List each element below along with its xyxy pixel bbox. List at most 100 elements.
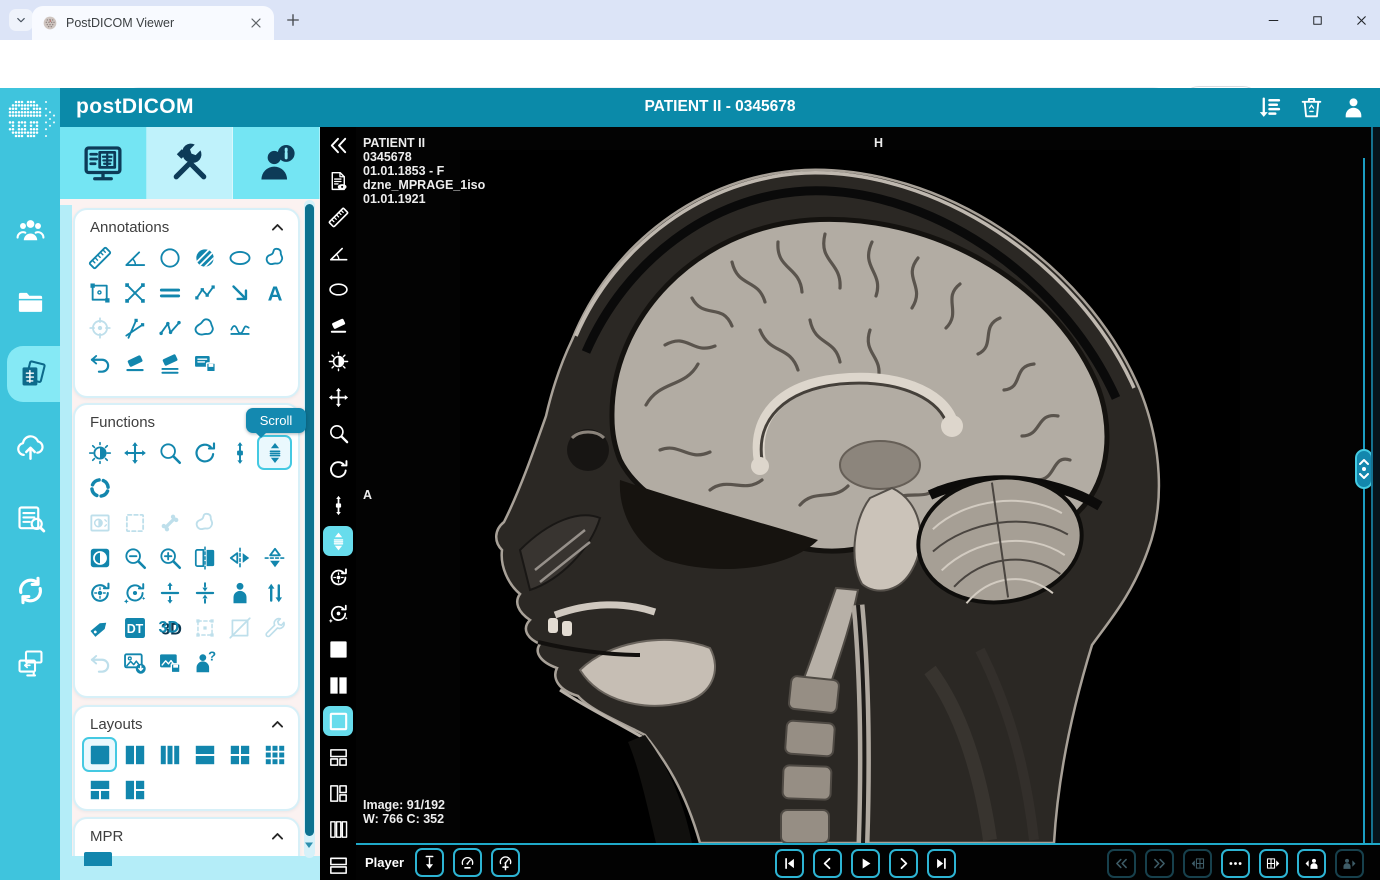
tb-layout-2x1-icon[interactable] — [323, 850, 353, 880]
nav-viewer-icon[interactable] — [7, 346, 60, 402]
annot-closed-freehand-icon[interactable] — [187, 310, 222, 345]
nav-worklist-icon[interactable] — [0, 490, 60, 546]
annot-circle-icon[interactable] — [152, 240, 187, 275]
grid-next-icon[interactable] — [1259, 849, 1288, 878]
tb-ruler-icon[interactable] — [323, 202, 353, 232]
tb-window-level-icon[interactable] — [323, 346, 353, 376]
nav-patients-icon[interactable] — [0, 202, 60, 258]
fn-window-level-icon[interactable] — [82, 435, 117, 470]
fn-query-patient-icon[interactable]: ? — [187, 645, 222, 680]
player-last-image-icon[interactable] — [927, 849, 956, 878]
fn-rotate-auto-icon[interactable] — [117, 575, 152, 610]
patient-previous-icon[interactable] — [1297, 849, 1326, 878]
fn-export-image-icon[interactable] — [117, 645, 152, 680]
nav-sync-icon[interactable] — [0, 562, 60, 618]
fn-magnify-icon[interactable] — [152, 435, 187, 470]
tb-layout-1x1-icon[interactable] — [323, 634, 353, 664]
tab-display-settings-icon[interactable] — [60, 127, 147, 199]
fn-mirror-horizontal-icon[interactable] — [222, 540, 257, 575]
fn-rotate-icon[interactable] — [187, 435, 222, 470]
scrollbar-down-arrow[interactable] — [305, 841, 313, 849]
layout-1x2-icon[interactable] — [117, 737, 152, 772]
tb-layout-left1-right2-icon[interactable] — [323, 778, 353, 808]
fn-localize-icon[interactable] — [82, 470, 117, 505]
tb-layout-current-icon[interactable] — [323, 706, 353, 736]
more-series-icon[interactable] — [1221, 849, 1250, 878]
tb-layout-top1-bottom2-icon[interactable] — [323, 742, 353, 772]
annot-parallel-lines-icon[interactable] — [152, 275, 187, 310]
player-previous-image-icon[interactable] — [813, 849, 842, 878]
annot-erase-icon[interactable] — [117, 345, 152, 380]
layout-2x1-icon[interactable] — [187, 737, 222, 772]
nav-folders-icon[interactable] — [0, 274, 60, 330]
window-minimize-icon[interactable] — [1260, 8, 1286, 32]
fn-sort-images-icon[interactable] — [257, 575, 292, 610]
fn-save-image-icon[interactable] — [152, 645, 187, 680]
annot-freehand-icon[interactable] — [257, 240, 292, 275]
fn-zoom-in-icon[interactable] — [152, 540, 187, 575]
annot-arrow-icon[interactable] — [222, 275, 257, 310]
fn-pan-icon[interactable] — [117, 435, 152, 470]
layout-top1-bottom2-icon[interactable] — [82, 772, 117, 807]
annot-rectangle-icon[interactable] — [82, 275, 117, 310]
annot-undo-icon[interactable] — [82, 345, 117, 380]
player-first-image-icon[interactable] — [775, 849, 804, 878]
annot-text-icon[interactable]: A — [257, 275, 292, 310]
layout-2x2-icon[interactable] — [222, 737, 257, 772]
player-play-icon[interactable] — [851, 849, 880, 878]
recycle-bin-button-icon[interactable] — [1299, 95, 1324, 120]
annot-spline-icon[interactable] — [222, 310, 257, 345]
tb-layout-1x3-icon[interactable] — [323, 814, 353, 844]
layout-1x1-icon[interactable] — [82, 737, 117, 772]
browser-tab[interactable]: PostDICOM Viewer — [32, 6, 274, 40]
annot-ruler-icon[interactable] — [82, 240, 117, 275]
fn-stack-scroll-icon[interactable] — [222, 435, 257, 470]
tab-patient-info-icon[interactable] — [233, 127, 321, 199]
annot-erase-all-icon[interactable] — [152, 345, 187, 380]
player-next-image-icon[interactable] — [889, 849, 918, 878]
series-sort-button-icon[interactable] — [1257, 95, 1282, 120]
tb-report-preview-icon[interactable] — [323, 166, 353, 196]
account-button-icon[interactable] — [1341, 95, 1366, 120]
fn-rotate-reset-icon[interactable] — [82, 575, 117, 610]
tb-angle-icon[interactable] — [323, 238, 353, 268]
annot-cobb-angle-icon[interactable] — [117, 310, 152, 345]
annot-save-icon[interactable] — [187, 345, 222, 380]
tb-eraser-icon[interactable] — [323, 310, 353, 340]
collapse-chevron-icon[interactable] — [269, 219, 286, 236]
new-tab-button[interactable] — [284, 11, 304, 31]
fn-expand-vertical-icon[interactable] — [152, 575, 187, 610]
annot-ellipse-icon[interactable] — [222, 240, 257, 275]
nav-remote-icon[interactable] — [0, 634, 60, 690]
tb-collapse-panel-icon[interactable] — [323, 130, 353, 160]
tab-search-button[interactable] — [9, 9, 33, 31]
nav-upload-icon[interactable] — [0, 418, 60, 474]
tb-layout-1x2-icon[interactable] — [323, 670, 353, 700]
tb-rotate-reset-icon[interactable] — [323, 562, 353, 592]
tb-rotate-icon[interactable] — [323, 454, 353, 484]
tb-ellipse-icon[interactable] — [323, 274, 353, 304]
fn-invert-icon[interactable] — [82, 540, 117, 575]
window-close-icon[interactable] — [1348, 8, 1374, 32]
tb-scroll-icon[interactable] — [323, 526, 353, 556]
annot-angle-icon[interactable] — [117, 240, 152, 275]
scrollbar-thumb[interactable] — [305, 204, 314, 836]
panel-scrollbar[interactable] — [304, 200, 315, 858]
annot-cross-ruler-icon[interactable] — [117, 275, 152, 310]
fn-tags-icon[interactable] — [82, 610, 117, 645]
tb-pan-icon[interactable] — [323, 382, 353, 412]
window-maximize-icon[interactable] — [1304, 8, 1330, 32]
annot-polyline-icon[interactable] — [187, 275, 222, 310]
tab-close-icon[interactable] — [248, 15, 264, 31]
player-speed-down-icon[interactable] — [453, 848, 483, 877]
fn-collapse-vertical-icon[interactable] — [187, 575, 222, 610]
annot-filled-ellipse-icon[interactable] — [187, 240, 222, 275]
fn-dt-icon[interactable]: DT — [117, 610, 152, 645]
fn-flip-horizontal-icon[interactable] — [187, 540, 222, 575]
layout-left1-right2-icon[interactable] — [117, 772, 152, 807]
collapse-chevron-icon[interactable] — [269, 716, 286, 733]
fn-3d-icon[interactable]: 3D 3D — [152, 610, 187, 645]
collapse-chevron-icon[interactable] — [269, 828, 286, 845]
annot-flex-angle-icon[interactable] — [152, 310, 187, 345]
tb-stack-scroll-icon[interactable] — [323, 490, 353, 520]
